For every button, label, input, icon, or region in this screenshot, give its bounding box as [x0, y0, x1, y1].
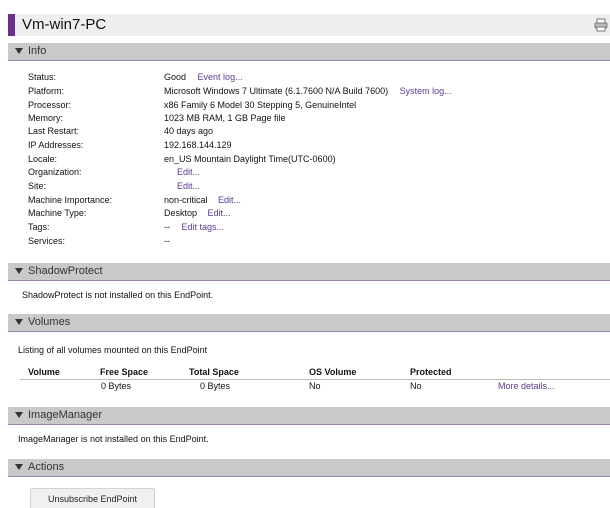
info-label: Site: — [28, 181, 47, 191]
info-label: Tags: — [28, 222, 50, 232]
free-space-cell: 0 Bytes — [101, 381, 132, 391]
collapse-triangle-icon — [15, 48, 23, 54]
title-accent-bar — [8, 14, 15, 36]
info-label: Machine Type: — [28, 208, 87, 218]
column-header-os-volume: OS Volume — [309, 367, 357, 377]
processor-value: x86 Family 6 Model 30 Stepping 5, Genuin… — [164, 100, 357, 110]
system-log-link[interactable]: System log... — [400, 86, 452, 96]
info-label: IP Addresses: — [28, 140, 84, 150]
os-volume-cell: No — [309, 381, 321, 391]
section-title-actions: Actions — [28, 461, 65, 473]
info-label: Processor: — [28, 100, 72, 110]
column-header-total-space: Total Space — [189, 367, 239, 377]
section-header-volumes[interactable]: Volumes — [8, 314, 610, 332]
section-title-info: Info — [28, 45, 47, 57]
info-label: Services: — [28, 236, 66, 246]
total-space-cell: 0 Bytes — [200, 381, 231, 391]
section-header-shadowprotect[interactable]: ShadowProtect — [8, 263, 610, 281]
table-header-divider — [20, 379, 610, 380]
section-header-actions[interactable]: Actions — [8, 459, 610, 477]
type-edit-link[interactable]: Edit... — [208, 208, 231, 218]
ip-value: 192.168.144.129 — [164, 140, 232, 150]
info-label: Locale: — [28, 154, 58, 164]
collapse-triangle-icon — [15, 464, 23, 470]
info-label: Organization: — [28, 167, 82, 177]
importance-edit-link[interactable]: Edit... — [218, 195, 241, 205]
services-value: -- — [164, 236, 170, 246]
info-label: Last Restart: — [28, 126, 80, 136]
more-details-link[interactable]: More details... — [498, 381, 555, 392]
memory-value: 1023 MB RAM, 1 GB Page file — [164, 113, 286, 123]
imagemanager-message: ImageManager is not installed on this En… — [18, 434, 209, 444]
section-title-volumes: Volumes — [28, 316, 71, 328]
volumes-intro: Listing of all volumes mounted on this E… — [18, 345, 208, 355]
section-header-imagemanager[interactable]: ImageManager — [8, 407, 610, 425]
info-label: Memory: — [28, 113, 64, 123]
info-label: Machine Importance: — [28, 195, 113, 205]
page-title: Vm-win7-PC — [22, 16, 107, 33]
collapse-triangle-icon — [15, 319, 23, 325]
unsubscribe-endpoint-button[interactable]: Unsubscribe EndPoint — [30, 488, 155, 508]
locale-value: en_US Mountain Daylight Time(UTC-0600) — [164, 154, 336, 164]
info-label: Platform: — [28, 86, 65, 96]
print-icon[interactable] — [594, 18, 608, 32]
status-value: Good — [164, 72, 187, 82]
section-header-info[interactable]: Info — [8, 43, 610, 61]
page-title-bar: Vm-win7-PC — [8, 14, 610, 36]
column-header-free-space: Free Space — [100, 367, 149, 377]
organization-edit-link[interactable]: Edit... — [177, 167, 200, 178]
collapse-triangle-icon — [15, 412, 23, 418]
importance-value: non-critical — [164, 195, 208, 205]
platform-value: Microsoft Windows 7 Ultimate (6.1.7600 N… — [164, 86, 389, 96]
tags-value: -- — [164, 222, 170, 232]
info-label: Status: — [28, 72, 57, 82]
section-title-shadowprotect: ShadowProtect — [28, 265, 103, 277]
site-edit-link[interactable]: Edit... — [177, 181, 200, 192]
event-log-link[interactable]: Event log... — [198, 72, 243, 82]
column-header-protected: Protected — [410, 367, 452, 377]
column-header-volume: Volume — [28, 367, 60, 377]
section-title-imagemanager: ImageManager — [28, 409, 102, 421]
protected-cell: No — [410, 381, 422, 391]
type-value: Desktop — [164, 208, 198, 218]
last-restart-value: 40 days ago — [164, 126, 214, 136]
collapse-triangle-icon — [15, 268, 23, 274]
edit-tags-link[interactable]: Edit tags... — [182, 222, 225, 232]
shadowprotect-message: ShadowProtect is not installed on this E… — [22, 290, 214, 300]
